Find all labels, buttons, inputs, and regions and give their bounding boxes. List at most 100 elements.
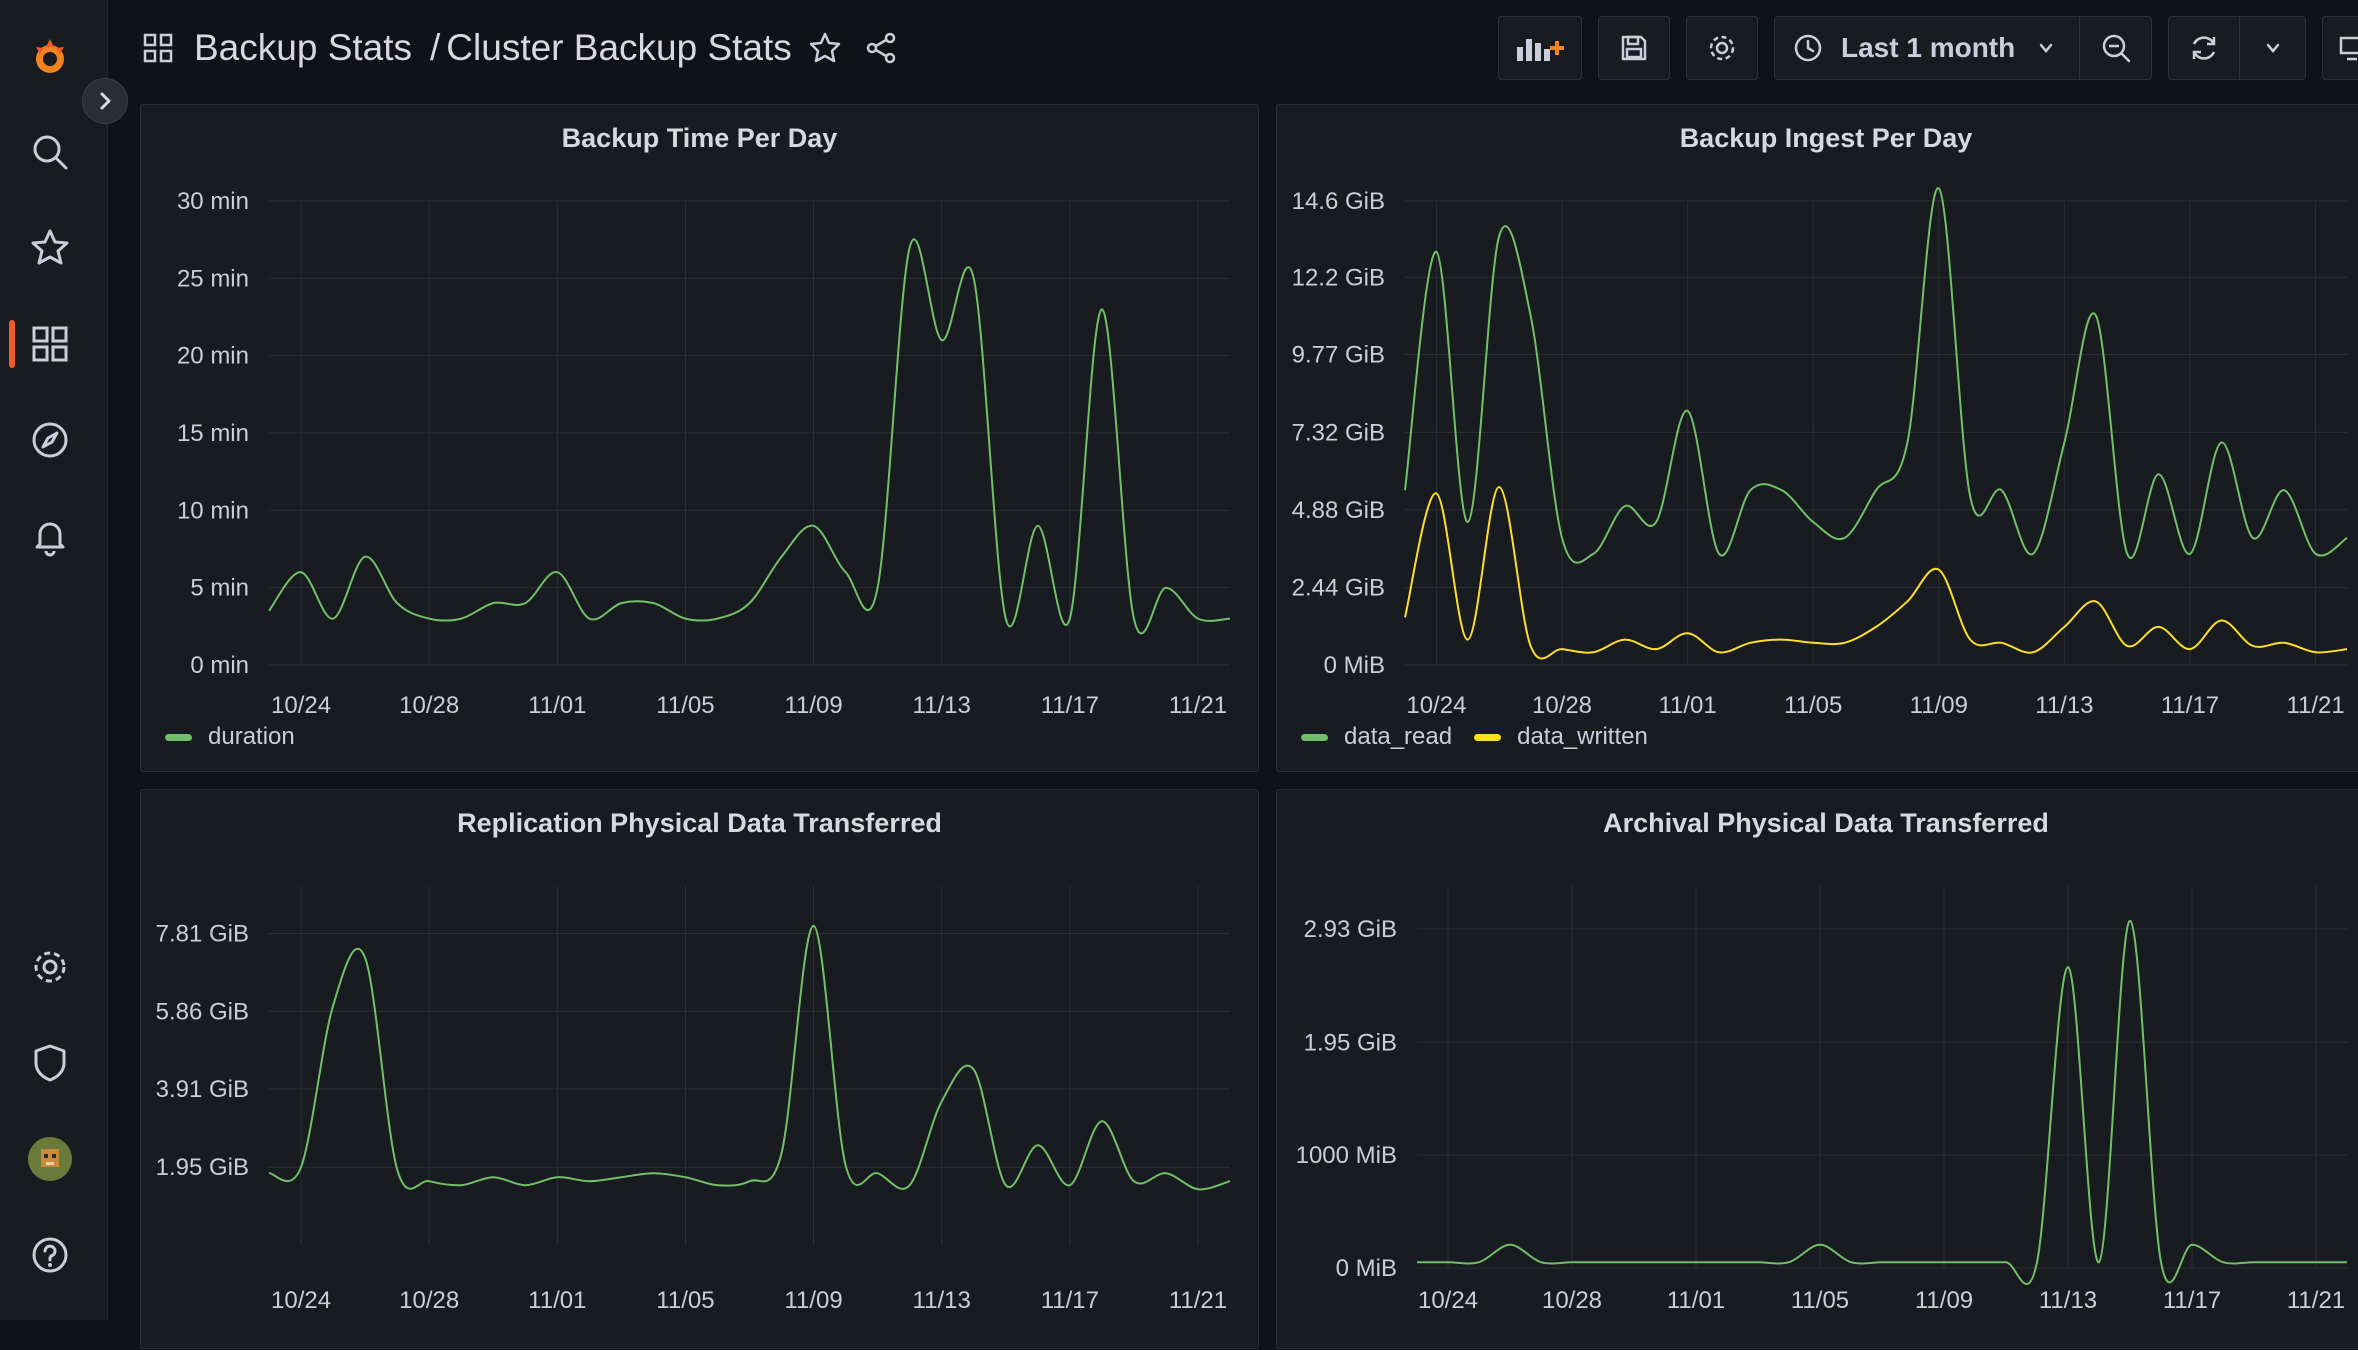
share-icon [866,32,896,64]
x-tick-label: 11/01 [528,692,586,719]
add-panel-button[interactable] [1498,16,1582,80]
dock-toggle-button[interactable] [82,78,128,124]
zoom-out-icon [2102,34,2130,63]
y-tick-label: 0 MiB [1324,652,1385,679]
gear-icon [1709,35,1735,61]
x-tick-label: 10/24 [1418,1287,1478,1314]
x-tick-label: 11/09 [784,1287,842,1314]
avatar[interactable] [23,1132,77,1186]
panel-archival-physical-data[interactable]: Archival Physical Data Transferred 10/24… [1276,789,2358,1349]
y-tick-label: 0 min [190,652,249,679]
apps-icon [142,32,174,64]
add-panel-icon [1517,39,1564,61]
series-line-series-0 [1416,919,2347,1285]
x-tick-label: 11/05 [656,1287,714,1314]
x-tick-label: 11/21 [2286,692,2344,719]
x-tick-label: 10/28 [1532,692,1592,719]
help-icon[interactable] [23,1228,77,1282]
dashboard-title[interactable]: Cluster Backup Stats [446,27,791,69]
x-tick-label: 11/17 [1041,1287,1099,1314]
tv-mode-button[interactable] [2322,16,2358,80]
time-range-label: Last 1 month [1841,32,2016,63]
time-range-picker[interactable]: Last 1 month [1774,16,2080,80]
x-tick-label: 10/28 [399,692,459,719]
panel-backup-ingest-per-day[interactable]: Backup Ingest Per Day 10/24 10/28 11/01 11/… [1276,104,2358,772]
x-tick-label: 11/09 [784,692,842,719]
legend-swatch [1474,733,1502,741]
chart-backup-ingest: 10/24 10/28 11/01 11/05 11/09 11/13 11/17 11/21… [1292,187,2348,719]
explore-icon[interactable] [23,413,77,467]
series-line-series-0 [268,924,1231,1191]
refresh-interval-dropdown[interactable] [2240,16,2306,80]
breadcrumb: Backup Stats / Cluster Backup Stats [108,27,792,69]
grafana-logo-icon[interactable] [23,30,77,84]
dashboards-icon[interactable] [23,317,77,371]
active-indicator [9,320,15,368]
y-tick-label: 7.32 GiB [1292,419,1385,446]
x-tick-label: 11/21 [1169,692,1227,719]
x-tick-label: 11/09 [1915,1287,1973,1314]
y-tick-label: 10 min [177,497,249,524]
y-tick-label: 5 min [190,575,249,602]
x-tick-label: 11/13 [913,1287,971,1314]
mark-favorite-button[interactable] [808,31,842,65]
legend-label: duration [208,723,295,750]
sidebar [0,0,108,1320]
x-tick-label: 11/05 [656,692,714,719]
legend-item[interactable]: data_read [1301,723,1452,751]
zoom-out-button[interactable] [2080,16,2152,80]
dashboard-settings-button[interactable] [1686,16,1758,80]
chart-replication: 10/24 10/28 11/01 11/05 11/09 11/13 11/17 11/21… [156,886,1231,1314]
y-tick-label: 3.91 GiB [156,1076,249,1103]
breadcrumb-folder[interactable]: Backup Stats [194,27,412,69]
configuration-icon[interactable] [23,940,77,994]
x-tick-label: 11/09 [1910,692,1968,719]
search-icon[interactable] [23,125,77,179]
y-tick-label: 14.6 GiB [1292,188,1385,215]
y-tick-label: 9.77 GiB [1292,342,1385,369]
x-tick-label: 11/01 [528,1287,586,1314]
y-tick-label: 2.44 GiB [1292,574,1385,601]
x-tick-label: 10/24 [271,1287,331,1314]
chevron-right-icon [100,92,111,110]
save-dashboard-button[interactable] [1598,16,1670,80]
x-tick-label: 11/17 [1041,692,1099,719]
refresh-icon [2192,36,2216,60]
panel-replication-physical-data[interactable]: Replication Physical Data Transferred 10… [140,789,1259,1349]
x-tick-label: 10/24 [271,692,331,719]
x-tick-label: 11/05 [1791,1287,1849,1314]
refresh-button[interactable] [2168,16,2240,80]
save-icon [1621,35,1647,61]
legend-swatch [1301,733,1328,741]
legend: duration [165,723,317,751]
server-admin-icon[interactable] [23,1036,77,1090]
legend-item[interactable]: duration [165,723,295,751]
panel-backup-time-per-day[interactable]: Backup Time Per Day 10/24 10/28 11/01 11/05… [140,104,1259,772]
chevron-down-icon [2266,43,2279,53]
y-tick-label: 1.95 GiB [156,1154,249,1181]
series-line-duration [268,238,1231,635]
legend-label: data_written [1517,723,1648,750]
y-tick-label: 7.81 GiB [156,920,249,947]
y-tick-label: 12.2 GiB [1292,264,1385,291]
y-tick-label: 15 min [177,420,249,447]
chevron-down-icon [2039,43,2053,53]
y-tick-label: 2.93 GiB [1304,916,1397,943]
y-tick-label: 1000 MiB [1296,1142,1397,1169]
legend-swatch [165,733,192,741]
x-tick-label: 10/28 [1542,1287,1602,1314]
dashboard-toolbar: Last 1 month [1498,16,2358,80]
legend-item[interactable]: data_written [1474,723,1648,751]
x-tick-label: 10/28 [399,1287,459,1314]
y-tick-label: 4.88 GiB [1292,497,1385,524]
x-tick-label: 11/01 [1658,692,1716,719]
x-tick-label: 11/17 [2163,1287,2221,1314]
y-tick-label: 30 min [177,188,249,215]
star-icon[interactable] [23,221,77,275]
y-tick-label: 0 MiB [1336,1255,1397,1282]
y-tick-label: 5.86 GiB [156,998,249,1025]
share-button[interactable] [864,31,898,65]
legend: data_read data_written [1301,723,1670,751]
x-tick-label: 11/21 [2287,1287,2345,1314]
alerting-icon[interactable] [23,509,77,563]
